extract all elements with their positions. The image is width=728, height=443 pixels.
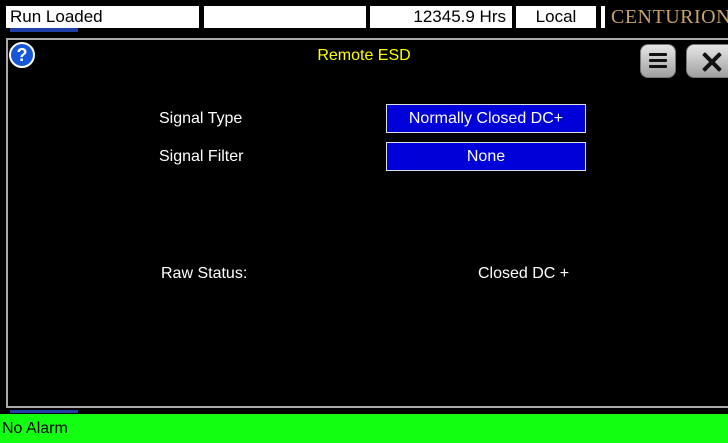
- raw-status-label: Raw Status:: [161, 265, 248, 282]
- signal-filter-label: Signal Filter: [159, 148, 244, 165]
- alarm-status-bar[interactable]: No Alarm: [0, 414, 728, 443]
- signal-filter-select[interactable]: None: [386, 142, 586, 171]
- raw-status-value: Closed DC +: [478, 265, 570, 282]
- signal-type-label: Signal Type: [159, 110, 243, 127]
- menu-button[interactable]: [640, 44, 676, 78]
- dialog-title: Remote ESD: [317, 47, 411, 64]
- alarm-indicator-bar: [10, 410, 78, 413]
- status-indicator-bar: [10, 28, 78, 32]
- engine-hours-text: 12345.9 Hrs: [370, 6, 512, 28]
- control-mode-text: Local: [516, 6, 596, 28]
- status-blank-field: [204, 6, 366, 28]
- menu-icon-line: [649, 65, 667, 68]
- signal-type-select[interactable]: Normally Closed DC+: [386, 104, 586, 133]
- close-icon[interactable]: [686, 44, 728, 78]
- menu-icon: [649, 53, 667, 56]
- remote-esd-dialog: [6, 38, 728, 408]
- brand-logo: CENTURION: [601, 6, 728, 28]
- run-status-text: Run Loaded: [6, 6, 199, 28]
- menu-icon-line: [649, 59, 667, 62]
- top-status-bar: Run Loaded 12345.9 Hrs Local CENTURION: [0, 0, 728, 32]
